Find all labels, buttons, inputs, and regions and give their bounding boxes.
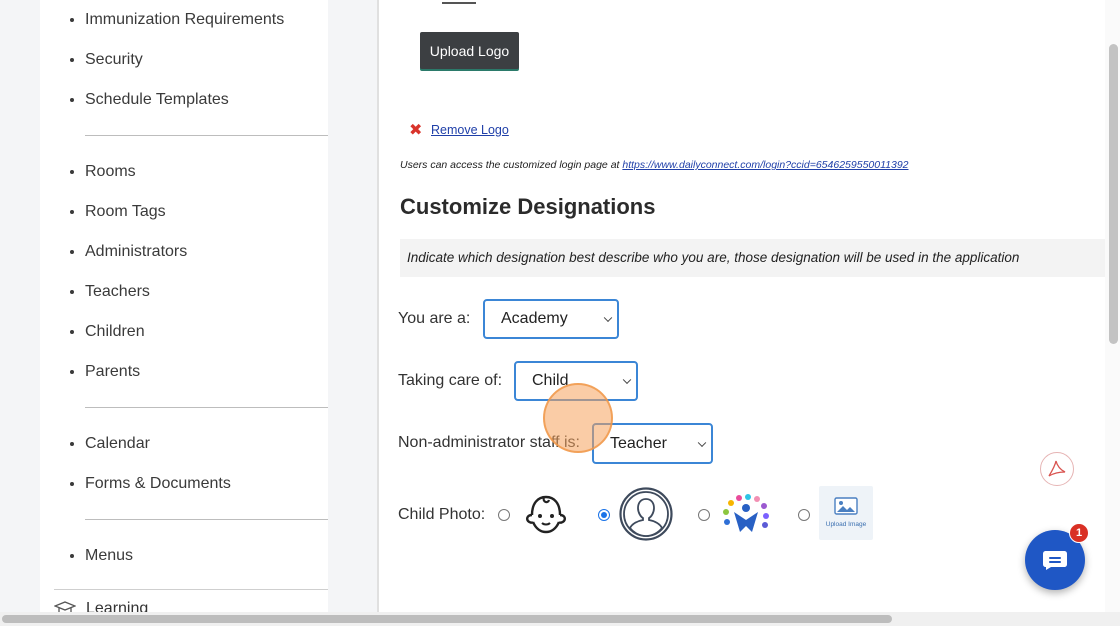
sidebar-item-immunization-requirements[interactable]: Immunization Requirements xyxy=(85,0,328,40)
login-page-url-link[interactable]: https://www.dailyconnect.com/login?ccid=… xyxy=(622,159,908,171)
sidebar-divider xyxy=(85,519,328,520)
settings-sidebar: Immunization Requirements Security Sched… xyxy=(40,0,328,612)
upload-logo-button[interactable]: Upload Logo xyxy=(420,32,519,69)
chat-bubble-icon xyxy=(1043,551,1067,570)
sidebar-item-rooms[interactable]: Rooms xyxy=(85,152,328,192)
chevron-down-icon xyxy=(622,375,632,385)
upload-image-label: Upload Image xyxy=(825,521,867,528)
graduation-cap-icon xyxy=(54,601,76,612)
photo-option-radio-baby[interactable] xyxy=(498,509,510,521)
vertical-scrollbar-thumb[interactable] xyxy=(1109,44,1118,344)
sidebar-item-security[interactable]: Security xyxy=(85,40,328,80)
sidebar-section-learning-label: Learning xyxy=(86,600,149,612)
child-photo-label: Child Photo: xyxy=(398,506,486,523)
you-are-select[interactable]: Academy xyxy=(483,299,619,339)
remove-x-icon: ✖ xyxy=(409,122,423,139)
sidebar-divider xyxy=(85,407,328,408)
remove-logo-link[interactable]: Remove Logo xyxy=(431,123,509,137)
designations-info-banner: Indicate which designation best describe… xyxy=(400,239,1107,277)
upload-image-tile[interactable]: Upload Image xyxy=(819,486,873,540)
chevron-down-icon xyxy=(697,438,707,447)
login-page-note: Users can access the customized login pa… xyxy=(400,159,909,171)
group-people-icon xyxy=(723,494,769,532)
pdf-acrobat-icon xyxy=(1048,460,1066,477)
click-indicator xyxy=(543,383,613,453)
pdf-button[interactable] xyxy=(1040,452,1074,486)
sidebar-section-learning[interactable]: Learning xyxy=(54,589,328,612)
sidebar-item-teachers[interactable]: Teachers xyxy=(85,272,328,312)
sidebar-item-administrators[interactable]: Administrators xyxy=(85,232,328,272)
person-silhouette-icon xyxy=(619,487,673,541)
baby-face-icon xyxy=(526,495,566,534)
chat-notification-badge: 1 xyxy=(1069,523,1089,543)
taking-care-of-label: Taking care of: xyxy=(398,372,503,389)
you-are-label: You are a: xyxy=(398,310,471,327)
sidebar-group-3: Calendar Forms & Documents xyxy=(40,424,328,504)
sidebar-divider xyxy=(85,135,328,136)
photo-option-radio-silhouette[interactable] xyxy=(598,509,610,521)
image-icon xyxy=(834,497,858,515)
you-are-select-value: Academy xyxy=(501,310,568,327)
sidebar-item-menus[interactable]: Menus xyxy=(85,536,328,576)
horizontal-scrollbar-thumb[interactable] xyxy=(2,615,892,623)
sidebar-item-parents[interactable]: Parents xyxy=(85,352,328,392)
sidebar-item-children[interactable]: Children xyxy=(85,312,328,352)
sidebar-item-calendar[interactable]: Calendar xyxy=(85,424,328,464)
sidebar-item-room-tags[interactable]: Room Tags xyxy=(85,192,328,232)
chevron-down-icon xyxy=(603,313,613,323)
sidebar-group-4: Menus xyxy=(40,536,328,576)
login-page-note-text: Users can access the customized login pa… xyxy=(400,159,623,171)
cut-off-control xyxy=(442,0,476,4)
sidebar-item-forms-documents[interactable]: Forms & Documents xyxy=(85,464,328,504)
photo-option-radio-group[interactable] xyxy=(698,509,710,521)
section-title: Customize Designations xyxy=(400,194,656,219)
sidebar-item-schedule-templates[interactable]: Schedule Templates xyxy=(85,80,328,120)
sidebar-group-2: Rooms Room Tags Administrators Teachers … xyxy=(40,152,328,392)
staff-select-value: Teacher xyxy=(610,434,667,452)
photo-option-radio-upload[interactable] xyxy=(798,509,810,521)
remove-logo-row: ✖ Remove Logo xyxy=(409,120,509,140)
sidebar-group-1: Immunization Requirements Security Sched… xyxy=(40,0,328,120)
